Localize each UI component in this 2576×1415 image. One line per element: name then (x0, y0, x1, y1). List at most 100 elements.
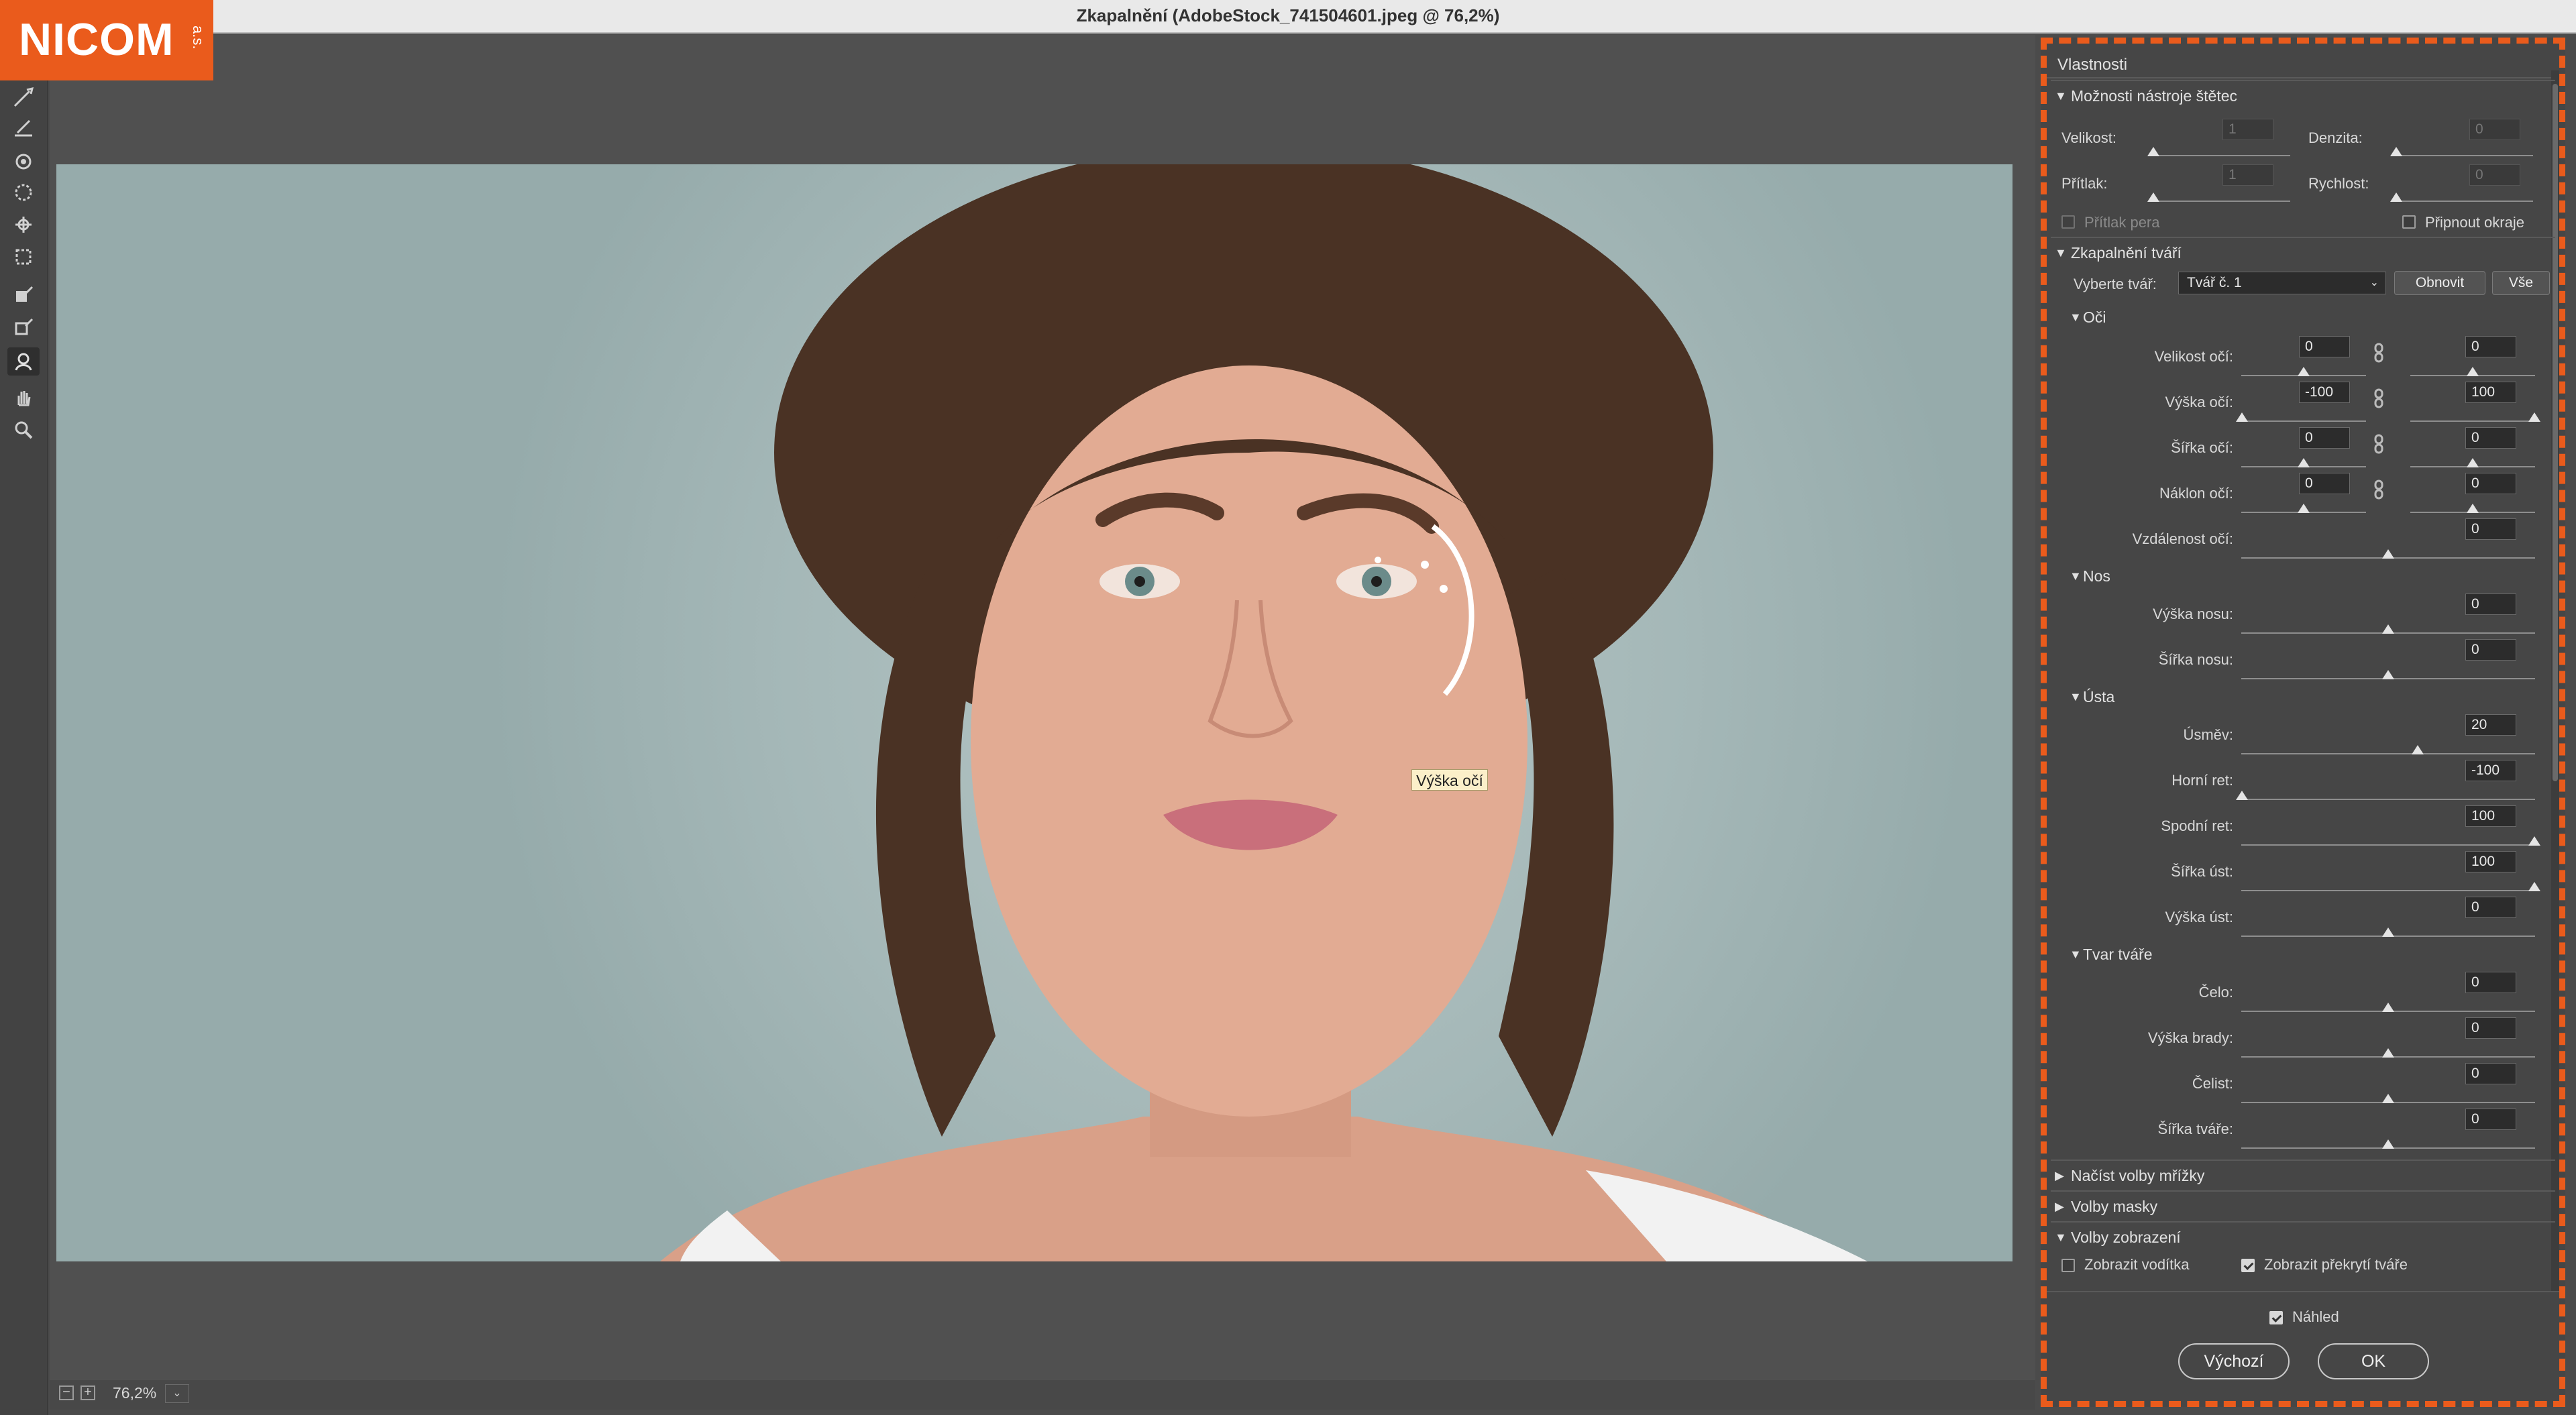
zoom-tool-icon[interactable] (7, 416, 40, 444)
smile-thumb[interactable] (2412, 745, 2424, 754)
subsection-nose[interactable]: ▼ Nos (2065, 564, 2110, 588)
zoom-in-button[interactable]: + (80, 1385, 95, 1400)
pen-pressure-checkbox[interactable] (2061, 215, 2075, 229)
eye-tilt-right-thumb[interactable] (2467, 504, 2479, 513)
brush-density-field[interactable]: 0 (2469, 119, 2520, 140)
brush-pressure-slider-track[interactable] (2153, 201, 2290, 202)
zoom-dropdown[interactable]: ⌄ (165, 1384, 189, 1403)
eye-width-left-field[interactable]: 0 (2299, 427, 2350, 449)
portrait-photo[interactable]: Výška očí (56, 164, 2012, 1261)
eye-distance-thumb[interactable] (2382, 549, 2394, 559)
brush-rate-slider-thumb[interactable] (2390, 192, 2402, 202)
section-mask-options[interactable]: ▶ Volby masky (2051, 1190, 2555, 1220)
eye-height-right-thumb[interactable] (2528, 412, 2540, 422)
pucker-tool-icon[interactable] (7, 178, 40, 207)
eye-width-right-thumb[interactable] (2467, 458, 2479, 467)
reset-button[interactable]: Obnovit (2394, 271, 2485, 295)
show-face-overlay-checkbox[interactable] (2241, 1259, 2255, 1272)
mouth-width-slider[interactable] (2241, 890, 2535, 891)
mouth-width-field[interactable]: 100 (2465, 851, 2516, 872)
nose-height-field[interactable]: 0 (2465, 593, 2516, 615)
forehead-thumb[interactable] (2382, 1003, 2394, 1012)
eye-tilt-left-field[interactable]: 0 (2299, 473, 2350, 494)
subsection-face-shape[interactable]: ▼ Tvar tváře (2065, 942, 2153, 966)
section-view-options[interactable]: ▼ Volby zobrazení (2051, 1221, 2555, 1251)
freeze-mask-tool-icon[interactable] (7, 280, 40, 308)
eye-size-left-thumb[interactable] (2298, 367, 2310, 376)
ok-button[interactable]: OK (2318, 1343, 2429, 1379)
mouth-height-field[interactable]: 0 (2465, 897, 2516, 918)
twirl-tool-icon[interactable] (7, 148, 40, 176)
smile-slider[interactable] (2241, 753, 2535, 754)
lower-lip-field[interactable]: 100 (2465, 805, 2516, 827)
face-tool-icon[interactable] (7, 347, 40, 376)
brush-size-slider-thumb[interactable] (2147, 147, 2159, 156)
brush-size-field[interactable]: 1 (2222, 119, 2273, 140)
zoom-level[interactable]: 76,2% (113, 1384, 156, 1402)
section-brush-options[interactable]: ▼ Možnosti nástroje štětec (2051, 80, 2555, 109)
link-icon[interactable] (2371, 388, 2386, 408)
jaw-thumb[interactable] (2382, 1094, 2394, 1103)
subsection-mouth[interactable]: ▼ Ústa (2065, 685, 2114, 709)
link-icon[interactable] (2371, 343, 2386, 363)
select-face-dropdown[interactable]: Tvář č. 1 ⌄ (2178, 272, 2386, 294)
eye-width-left-thumb[interactable] (2298, 458, 2310, 467)
nose-height-label: Výška nosu: (2153, 606, 2233, 622)
reconstruct-tool-icon[interactable] (7, 114, 40, 142)
section-load-mesh-options[interactable]: ▶ Načíst volby mřížky (2051, 1159, 2555, 1189)
lower-lip-slider[interactable] (2241, 844, 2535, 846)
bloat-tool-icon[interactable] (7, 211, 40, 239)
lower-lip-thumb[interactable] (2528, 836, 2540, 846)
brush-rate-field[interactable]: 0 (2469, 164, 2520, 186)
scrollbar-thumb[interactable] (2553, 84, 2558, 781)
upper-lip-thumb[interactable] (2236, 791, 2248, 800)
chin-height-field[interactable]: 0 (2465, 1017, 2516, 1039)
subsection-eyes[interactable]: ▼ Oči (2065, 305, 2106, 329)
preview-checkbox[interactable] (2269, 1311, 2283, 1324)
link-icon[interactable] (2371, 479, 2386, 500)
brush-pressure-slider-thumb[interactable] (2147, 192, 2159, 202)
chin-height-thumb[interactable] (2382, 1048, 2394, 1058)
canvas-area[interactable]: Výška očí (50, 35, 2035, 1387)
show-guides-checkbox[interactable] (2061, 1259, 2075, 1272)
default-button[interactable]: Výchozí (2178, 1343, 2290, 1379)
forward-warp-tool-icon[interactable] (7, 83, 40, 111)
nose-width-field[interactable]: 0 (2465, 639, 2516, 661)
eye-size-left-field[interactable]: 0 (2299, 336, 2350, 357)
eye-width-right-field[interactable]: 0 (2465, 427, 2516, 449)
eye-height-left-thumb[interactable] (2236, 412, 2248, 422)
link-icon[interactable] (2371, 434, 2386, 454)
section-face-liquify[interactable]: ▼ Zkapalnění tváří (2051, 237, 2555, 266)
mouth-height-thumb[interactable] (2382, 927, 2394, 937)
nose-height-thumb[interactable] (2382, 624, 2394, 634)
smile-field[interactable]: 20 (2465, 714, 2516, 736)
thaw-mask-tool-icon[interactable] (7, 313, 40, 341)
brush-rate-slider-track[interactable] (2396, 201, 2533, 202)
eye-height-left-slider[interactable] (2241, 420, 2366, 422)
eye-size-right-thumb[interactable] (2467, 367, 2479, 376)
upper-lip-field[interactable]: -100 (2465, 760, 2516, 781)
eye-size-right-field[interactable]: 0 (2465, 336, 2516, 357)
face-width-field[interactable]: 0 (2465, 1109, 2516, 1130)
eye-height-right-slider[interactable] (2410, 420, 2535, 422)
brush-density-slider-thumb[interactable] (2390, 147, 2402, 156)
eye-tilt-right-field[interactable]: 0 (2465, 473, 2516, 494)
eye-tilt-left-thumb[interactable] (2298, 504, 2310, 513)
nose-width-thumb[interactable] (2382, 670, 2394, 679)
jaw-field[interactable]: 0 (2465, 1063, 2516, 1084)
pin-edges-checkbox[interactable] (2402, 215, 2416, 229)
forehead-field[interactable]: 0 (2465, 972, 2516, 993)
upper-lip-slider[interactable] (2241, 799, 2535, 800)
eye-height-left-field[interactable]: -100 (2299, 382, 2350, 403)
hand-tool-icon[interactable] (7, 384, 40, 412)
zoom-out-button[interactable]: − (59, 1385, 74, 1400)
face-width-thumb[interactable] (2382, 1139, 2394, 1149)
eye-distance-field[interactable]: 0 (2465, 518, 2516, 540)
brush-density-slider-track[interactable] (2396, 155, 2533, 156)
mouth-width-thumb[interactable] (2528, 882, 2540, 891)
push-left-tool-icon[interactable] (7, 243, 40, 271)
brush-pressure-field[interactable]: 1 (2222, 164, 2273, 186)
all-button[interactable]: Vše (2492, 271, 2550, 295)
eye-height-right-field[interactable]: 100 (2465, 382, 2516, 403)
brush-size-slider-track[interactable] (2153, 155, 2290, 156)
